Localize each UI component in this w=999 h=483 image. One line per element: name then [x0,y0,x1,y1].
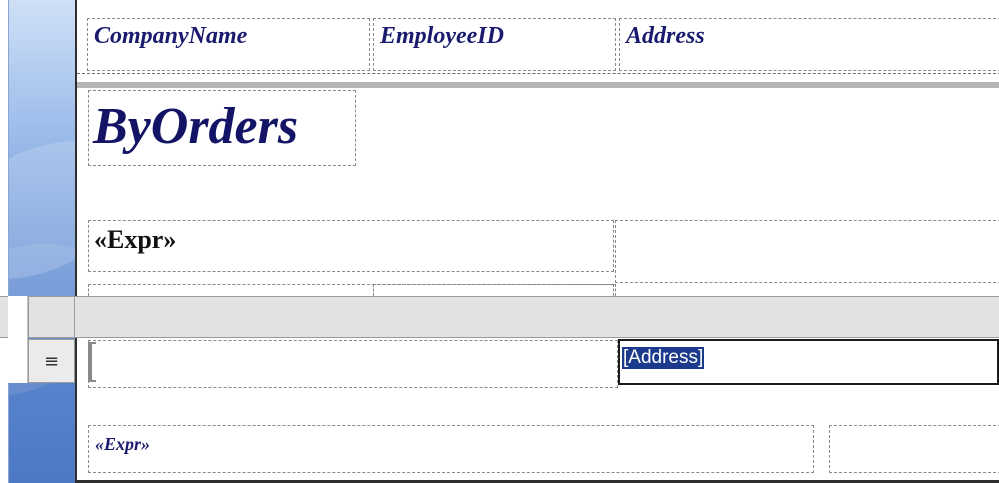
window-background [0,0,75,483]
menu-lines-icon: ≡ [43,350,60,372]
report-designer-window: CompanyName EmployeeID Address ByOrders … [0,0,999,483]
hidden-field[interactable] [373,284,616,296]
detail-field[interactable] [88,340,618,388]
report-design-surface[interactable]: CompanyName EmployeeID Address ByOrders … [75,0,999,483]
address-label[interactable]: Address [619,18,999,71]
ruler-strip [8,296,28,383]
section-band-handle[interactable] [28,296,75,338]
report-title[interactable]: ByOrders [88,90,356,166]
window-frame-edge [0,0,9,483]
row-selector-button[interactable]: ≡ [28,339,75,383]
selection-grip-icon[interactable] [88,342,96,382]
footer-expression-field[interactable]: «Expr» [88,425,814,473]
address-field-text[interactable]: [Address] [622,347,705,369]
header-line [77,73,999,74]
footer-empty-field[interactable] [829,425,999,473]
employeeid-label[interactable]: EmployeeID [373,18,616,71]
selected-address-textbox[interactable]: [Address] [618,339,999,385]
section-band[interactable] [0,296,999,338]
group-expression-field[interactable]: «Expr» [88,220,614,272]
group-empty-field[interactable] [615,220,999,283]
companyname-label[interactable]: CompanyName [87,18,370,71]
header-divider [77,82,999,88]
